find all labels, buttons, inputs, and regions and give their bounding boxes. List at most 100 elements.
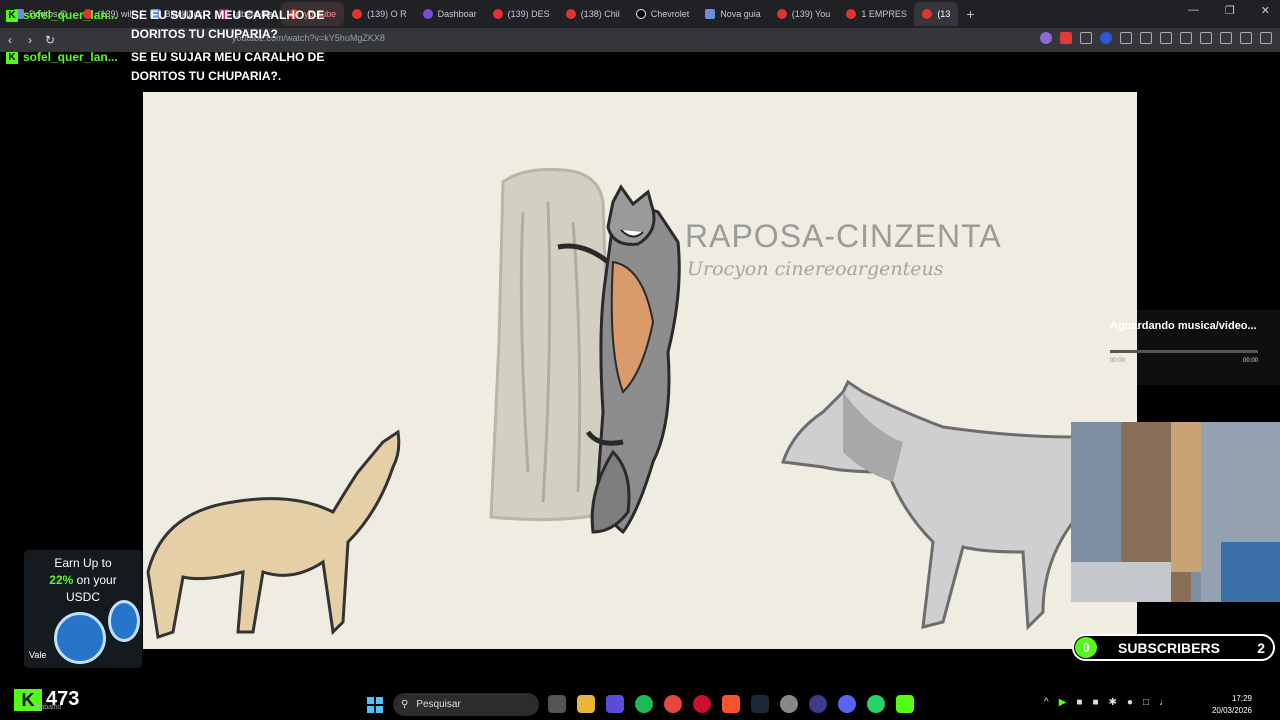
steam-icon[interactable] <box>751 695 769 713</box>
youtube-icon <box>846 9 857 19</box>
clock-time: 17:29 <box>1231 694 1252 703</box>
clock-date: 20/03/2026 <box>1211 706 1252 715</box>
restore-icon[interactable]: ❐ <box>1225 4 1235 17</box>
sidebar-icon[interactable] <box>1180 32 1192 44</box>
video-frame[interactable]: RAPOSA-CINZENTA Urocyon cinereoargenteus <box>143 92 1137 649</box>
webcam-feed <box>1071 422 1280 602</box>
spotify-icon[interactable] <box>635 695 653 713</box>
vpn-icon[interactable] <box>1240 32 1252 44</box>
chat-text: SE EU SUJAR MEU CARALHO DE DORITOS TU CH… <box>131 50 325 83</box>
chevron-up-icon[interactable]: ^ <box>1044 697 1049 708</box>
search-icon: ⚲ <box>401 699 409 710</box>
task-view-icon[interactable] <box>548 695 566 713</box>
extension-red-icon[interactable] <box>1060 32 1072 44</box>
network-icon[interactable]: □ <box>1143 697 1149 708</box>
menu-icon[interactable] <box>1260 32 1272 44</box>
tab-label: (13 <box>937 9 951 19</box>
subscribers-label: SUBSCRIBERS <box>1118 640 1220 656</box>
browser-tab[interactable]: (139) DES <box>485 2 558 26</box>
tray-app-icon[interactable]: ■ <box>1076 697 1082 708</box>
tab-label: 1 EMPRES <box>861 9 907 19</box>
kick-badge-icon: K <box>6 51 18 64</box>
youtube-icon <box>492 9 503 19</box>
webcam-scene <box>1071 422 1280 602</box>
back-icon[interactable]: ‹ <box>0 33 20 47</box>
extension-puzzle-icon[interactable] <box>1120 32 1132 44</box>
music-status: Aguardando musica/video... <box>1110 320 1257 332</box>
browser-tab[interactable]: Chevrolet <box>628 2 698 26</box>
opera-icon[interactable] <box>693 695 711 713</box>
tab-label: Dashboar <box>437 9 477 19</box>
discord-icon[interactable] <box>838 695 856 713</box>
app-icon[interactable] <box>780 695 798 713</box>
subscribers-right-value: 2 <box>1257 640 1265 656</box>
youtube-icon <box>352 9 363 19</box>
youtube-icon <box>776 9 787 19</box>
browser-tab[interactable]: 1 EMPRES <box>838 2 914 26</box>
search-placeholder: Pesquisar <box>416 699 461 710</box>
browser-tab[interactable]: (139) You <box>769 2 839 26</box>
music-time-end: 00:00 <box>1243 358 1259 364</box>
youtube-icon <box>922 9 933 19</box>
close-icon[interactable]: ✕ <box>1261 4 1270 17</box>
youtube-icon <box>565 9 576 19</box>
tab-label: (139) DES <box>507 9 550 19</box>
extension-screenshot-icon[interactable] <box>1140 32 1152 44</box>
extension-purple-icon[interactable] <box>1040 32 1052 44</box>
volume-icon[interactable]: ♩ <box>1159 697 1169 708</box>
windows-start-icon[interactable] <box>367 697 383 713</box>
taskbar-search[interactable]: ⚲ Pesquisar <box>393 693 539 716</box>
subscribers-left-value: 0 <box>1075 637 1097 658</box>
app-icon[interactable] <box>809 695 827 713</box>
usdc-coin-icon <box>108 600 140 642</box>
music-widget: Aguardando musica/video... 00:00 00:00 <box>1100 310 1280 385</box>
leo-icon[interactable] <box>1220 32 1232 44</box>
wallet-icon[interactable] <box>1200 32 1212 44</box>
whatsapp-icon[interactable] <box>867 695 885 713</box>
tab-label: (139) O R <box>367 9 407 19</box>
tab-label: Nova guia <box>720 9 761 19</box>
brave-icon[interactable] <box>722 695 740 713</box>
video-illustration <box>146 168 1075 639</box>
browser-tab[interactable]: (13 <box>914 2 959 26</box>
forward-icon[interactable]: › <box>20 33 40 47</box>
chat-message: Ksofel_quer_lan... SE EU SUJAR MEU CARAL… <box>6 48 324 83</box>
subscribers-widget: 0 SUBSCRIBERS 2 <box>1072 634 1275 661</box>
browser-tab[interactable]: (138) Chil <box>558 2 628 26</box>
species-title: RAPOSA-CINZENTA <box>685 218 1002 254</box>
taskbar-clock[interactable]: 17:29 20/03/2026 <box>1206 693 1252 717</box>
reload-icon[interactable]: ↻ <box>40 33 60 47</box>
tray-app-icon[interactable]: ■ <box>1092 697 1098 708</box>
ad-line-2: 22% on your <box>24 573 142 587</box>
extension-toolbar <box>1040 32 1272 44</box>
app-icon[interactable] <box>896 695 914 713</box>
kick-badge-icon: K <box>6 9 18 22</box>
purple-icon <box>422 9 433 19</box>
chat-message: Ksofel_quer_lan... SE EU SUJAR MEU CARAL… <box>6 6 324 41</box>
browser-tab[interactable]: Dashboar <box>415 2 485 26</box>
play-icon[interactable]: ▶ <box>1059 697 1067 708</box>
ad-line-1: Earn Up to <box>54 556 112 570</box>
tab-label: (138) Chil <box>580 9 620 19</box>
ad-cta[interactable]: Vale <box>29 650 46 660</box>
browser-tab[interactable]: Nova guia <box>697 2 769 26</box>
chat-username: sofel_quer_lan... <box>23 50 118 64</box>
microphone-icon[interactable]: ● <box>1127 697 1133 708</box>
usdc-coin-icon <box>54 612 106 664</box>
bluetooth-icon[interactable]: ✱ <box>1109 697 1117 708</box>
app-grid-icon[interactable] <box>606 695 624 713</box>
browser-tab[interactable]: (139) O R <box>344 2 415 26</box>
taskbar-apps <box>548 695 914 713</box>
file-explorer-icon[interactable] <box>577 695 595 713</box>
music-time-start: 00:00 <box>1110 358 1126 364</box>
coyote-drawing <box>146 429 401 639</box>
extension-gamepad-icon[interactable] <box>1080 32 1092 44</box>
new-tab-button[interactable]: + <box>958 6 982 22</box>
media-icon[interactable] <box>1160 32 1172 44</box>
extension-blue-icon[interactable] <box>1100 32 1112 44</box>
usdc-ad[interactable]: Earn Up to 22% on your USDC Vale <box>24 550 142 668</box>
tiktok-icon <box>635 9 646 19</box>
minimize-icon[interactable]: — <box>1188 4 1199 17</box>
tab-label: (139) You <box>791 9 831 19</box>
chrome-icon[interactable] <box>664 695 682 713</box>
